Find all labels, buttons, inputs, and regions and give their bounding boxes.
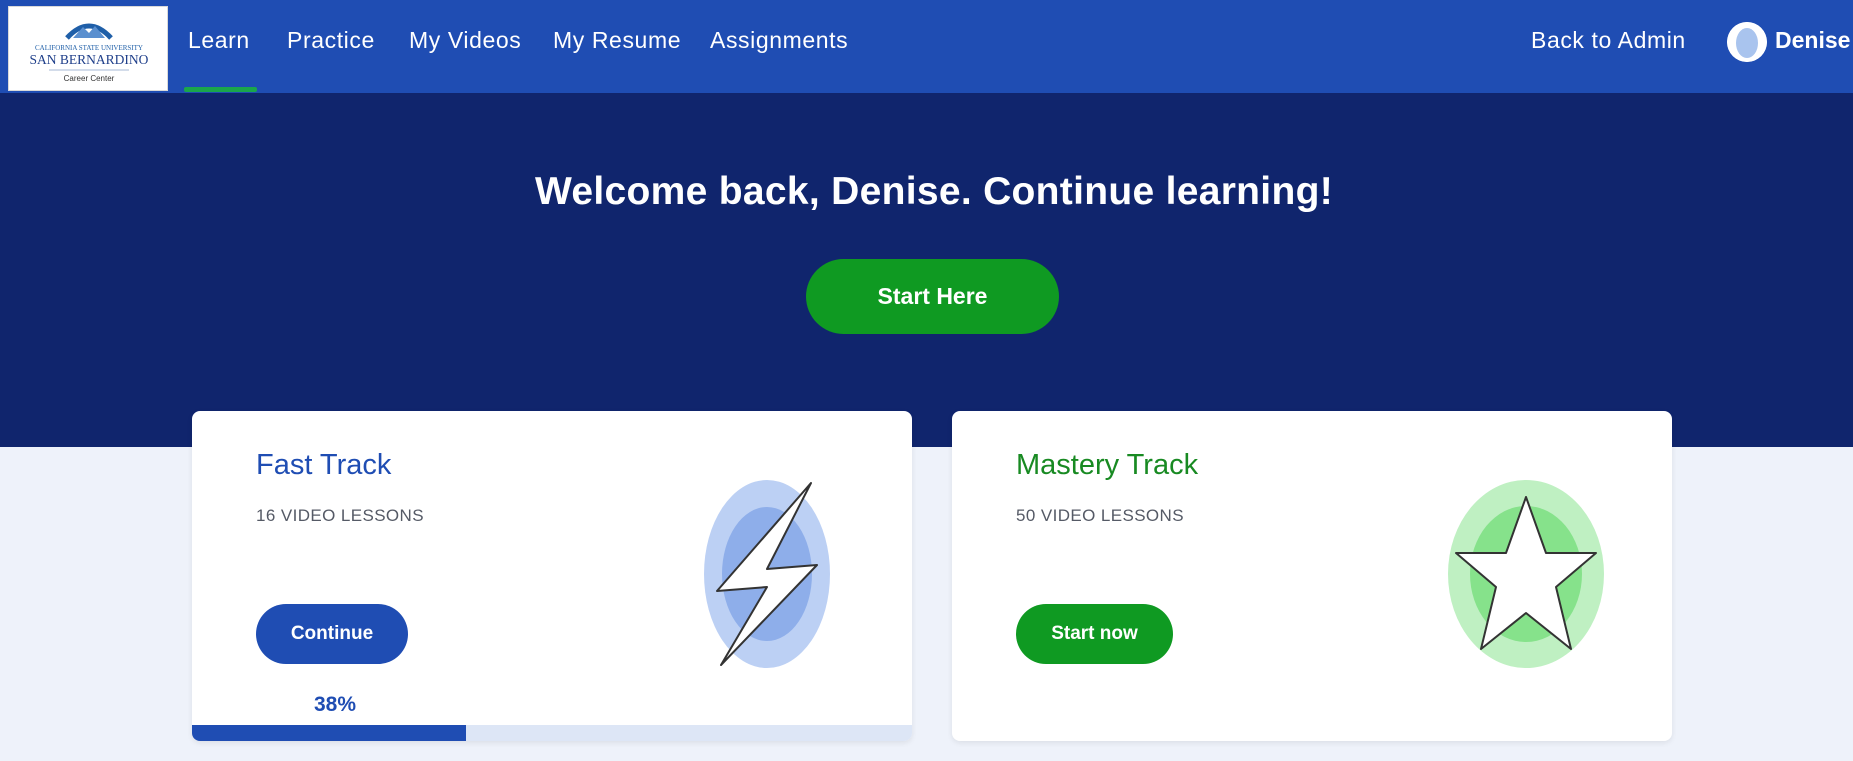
mastery-track-title: Mastery Track: [1016, 449, 1199, 481]
mastery-track-lesson-count: 50 VIDEO LESSONS: [1016, 506, 1184, 525]
progress-bar-fill: [192, 725, 466, 741]
user-name[interactable]: Denise: [1775, 27, 1850, 54]
logo-line-1: CALIFORNIA STATE UNIVERSITY: [35, 44, 143, 52]
university-logo-graphic: CALIFORNIA STATE UNIVERSITY SAN BERNARDI…: [30, 23, 149, 83]
fast-track-title: Fast Track: [256, 449, 392, 481]
fast-track-progress-label: 38%: [314, 693, 357, 716]
fast-track-lesson-count: 16 VIDEO LESSONS: [256, 506, 424, 525]
fast-track-card: Fast Track 16 VIDEO LESSONS Continue 38%: [192, 411, 912, 741]
mastery-track-card: Mastery Track 50 VIDEO LESSONS Start now: [952, 411, 1672, 741]
logo-line-3: Career Center: [64, 74, 115, 83]
nav-assignments[interactable]: Assignments: [710, 27, 848, 54]
nav-practice[interactable]: Practice: [287, 27, 375, 54]
nav-learn[interactable]: Learn: [184, 27, 257, 92]
fast-track-progress-bar: [192, 725, 912, 741]
back-to-admin-link[interactable]: Back to Admin: [1531, 27, 1686, 54]
avatar-placeholder-icon: [1727, 22, 1767, 62]
lightning-bolt-icon: [704, 480, 830, 668]
csusb-career-center-logo[interactable]: CALIFORNIA STATE UNIVERSITY SAN BERNARDI…: [8, 6, 168, 91]
star-icon: [1448, 480, 1604, 668]
top-navbar: CALIFORNIA STATE UNIVERSITY SAN BERNARDI…: [0, 0, 1853, 93]
nav-my-resume[interactable]: My Resume: [553, 27, 681, 54]
welcome-heading: Welcome back, Denise. Continue learning!: [535, 170, 1333, 213]
start-here-button[interactable]: Start Here: [806, 259, 1059, 334]
user-avatar[interactable]: [1727, 22, 1767, 62]
start-now-button[interactable]: Start now: [1016, 604, 1173, 664]
continue-button[interactable]: Continue: [256, 604, 408, 664]
nav-my-videos[interactable]: My Videos: [409, 27, 521, 54]
logo-line-2: SAN BERNARDINO: [30, 52, 149, 67]
